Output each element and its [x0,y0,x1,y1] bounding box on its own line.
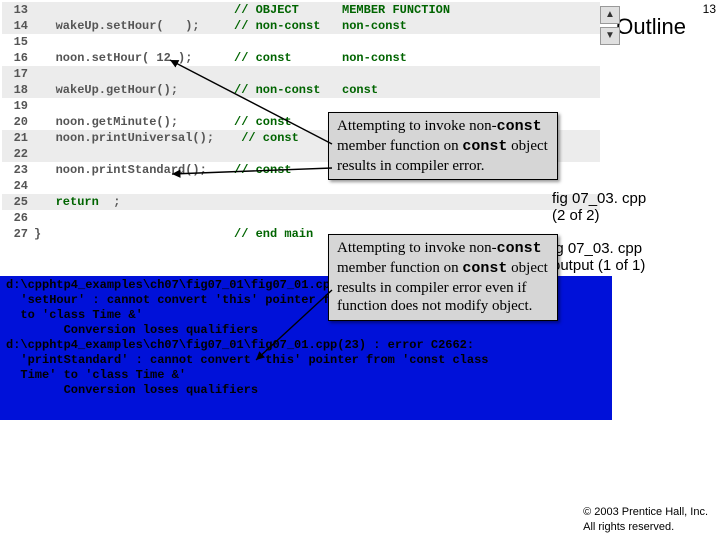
comment: // const [234,131,299,145]
line-number: 14 [2,18,34,34]
line-number: 24 [2,178,34,194]
line-number: 18 [2,82,34,98]
outline-label: Outline [616,14,686,40]
comment: // end main [234,227,313,241]
callout1-text-a: Attempting to invoke non- [337,118,497,134]
code-text [34,34,234,50]
chevron-down-icon: ▼ [605,31,615,41]
callout-box-1: Attempting to invoke non-const member fu… [328,112,558,180]
nav-down-button[interactable]: ▼ [600,27,620,45]
code-segment: noon.setHour( 12 ); [34,50,234,66]
line-number: 13 [2,2,34,18]
line-number: 19 [2,98,34,114]
code-text: noon.printUniversal(); // const con [34,130,364,146]
page-number: 13 [703,2,716,16]
comment: // const [234,163,292,177]
code-text [34,66,234,82]
comment: const [342,83,378,97]
line-number: 17 [2,66,34,82]
comment: non-const [342,51,407,65]
comment: // non-const [234,19,320,33]
comment: // OBJECT [234,3,299,17]
code-text: } // end main [34,226,313,242]
code-segment: return ; [34,194,234,210]
code-line: 17 [2,66,600,82]
nav-up-button[interactable]: ▲ [600,6,620,24]
nav-buttons: ▲ ▼ [600,6,620,45]
chevron-up-icon: ▲ [605,10,615,20]
code-text [34,210,234,226]
code-line: 25 return ; [2,194,600,210]
copyright-line-1: © 2003 Prentice Hall, Inc. [583,505,708,519]
code-text: noon.getMinute(); // const con [34,114,364,130]
code-line: 13// OBJECT MEMBER FUNCTION [2,2,600,18]
comment: non-const [342,19,407,33]
code-segment: noon.getMinute(); [34,114,234,130]
code-text [34,146,234,162]
code-segment: noon.printUniversal(); [34,130,234,146]
code-line: 14 wakeUp.setHour( ); // non-const non-c… [2,18,600,34]
line-number: 23 [2,162,34,178]
code-text: wakeUp.setHour( ); // non-const non-cons… [34,18,407,34]
code-segment: wakeUp.getHour(); [34,82,234,98]
const-keyword: const [497,240,542,257]
callout1-text-b: member function on [337,138,462,154]
const-keyword: const [462,260,507,277]
comment: MEMBER FUNCTION [342,3,450,17]
comment: // const [234,115,292,129]
line-number: 22 [2,146,34,162]
copyright-line-2: All rights reserved. [583,520,708,534]
code-text: return ; [34,194,234,210]
line-number: 16 [2,50,34,66]
code-line: 18 wakeUp.getHour(); // non-const const [2,82,600,98]
line-number: 27 [2,226,34,242]
comment: // non-const [234,83,320,97]
code-text: wakeUp.getHour(); // non-const const [34,82,378,98]
code-segment: noon.printStandard(); [34,162,234,178]
code-segment: } [34,226,234,242]
line-number: 25 [2,194,34,210]
callout2-text-a: Attempting to invoke non- [337,240,497,256]
code-text: // OBJECT MEMBER FUNCTION [34,2,450,18]
line-number: 20 [2,114,34,130]
code-text: noon.setHour( 12 ); // const non-const [34,50,407,66]
code-segment: wakeUp.setHour( ); [34,18,234,34]
code-text [34,98,234,114]
code-line: 15 [2,34,600,50]
copyright-text: © 2003 Prentice Hall, Inc. All rights re… [583,505,708,534]
line-number: 15 [2,34,34,50]
code-line: 24 [2,178,600,194]
comment: // const [234,51,292,65]
callout-box-2: Attempting to invoke non-const member fu… [328,234,558,321]
code-line: 16 noon.setHour( 12 ); // const non-cons… [2,50,600,66]
line-number: 21 [2,130,34,146]
callout2-text-b: member function on [337,260,462,276]
const-keyword: const [462,138,507,155]
code-text [34,178,234,194]
side-labels: fig 07_03. cpp (2 of 2) ig 07_03. cpp ou… [552,190,702,290]
side-label-code: fig 07_03. cpp (2 of 2) [552,190,702,224]
code-text: noon.printStandard(); // const non [34,162,364,178]
code-line: 26 [2,210,600,226]
line-number: 26 [2,210,34,226]
side-label-output: ig 07_03. cpp output (1 of 1) [552,240,702,274]
const-keyword: const [497,118,542,135]
